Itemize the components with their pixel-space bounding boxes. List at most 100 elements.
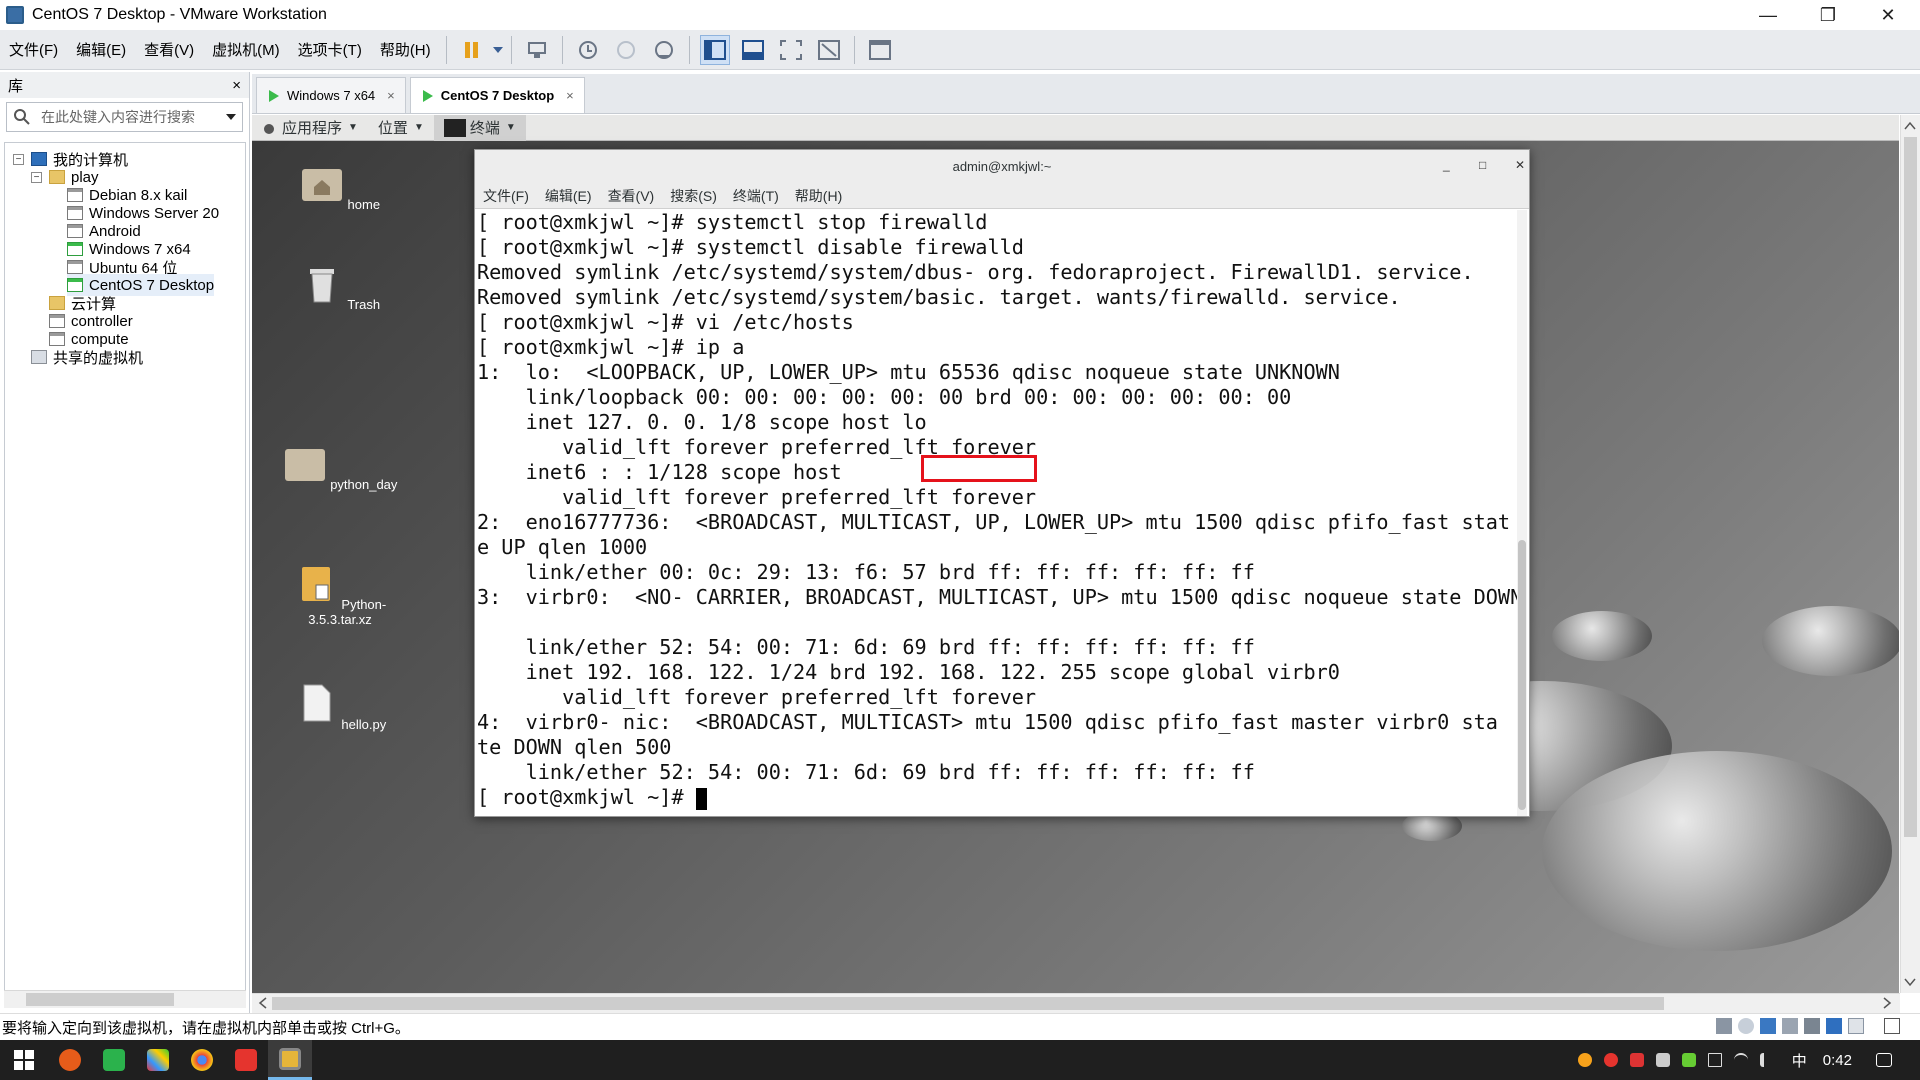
terminal-menu-edit[interactable]: 编辑(E) — [537, 186, 600, 206]
vm-running-icon — [422, 89, 433, 102]
scroll-up-icon[interactable] — [1901, 117, 1919, 135]
snapshot-icon[interactable] — [573, 35, 603, 65]
taskbar-browser-app[interactable] — [48, 1040, 92, 1080]
shared-computer-icon — [31, 350, 47, 364]
battery-icon[interactable] — [1707, 1053, 1722, 1067]
scroll-down-icon[interactable] — [1901, 973, 1919, 991]
menu-edit[interactable]: 编辑(E) — [67, 39, 135, 60]
terminal-maximize-button[interactable]: □ — [1479, 158, 1486, 172]
pause-icon[interactable] — [457, 35, 487, 65]
show-library-icon[interactable] — [699, 34, 730, 65]
tree-expander[interactable]: − — [31, 172, 42, 183]
tray-weibo-icon[interactable] — [1603, 1053, 1618, 1067]
printer-icon[interactable] — [1804, 1018, 1820, 1034]
menu-vm[interactable]: 虚拟机(M) — [203, 39, 289, 60]
terminal-line: link/ether 00: 0c: 29: 13: f6: 57 brd ff… — [477, 560, 1255, 584]
terminal-output[interactable]: [ root@xmkjwl ~]# systemctl stop firewal… — [475, 210, 1517, 816]
revert-snapshot-icon[interactable] — [611, 35, 641, 65]
tray-nvidia-icon[interactable] — [1681, 1053, 1696, 1067]
tab-windows7[interactable]: Windows 7 x64 × — [256, 77, 406, 113]
usb-icon[interactable] — [1782, 1018, 1798, 1034]
taskbar-weibo-app[interactable] — [224, 1040, 268, 1080]
scroll-thumb[interactable] — [26, 993, 174, 1006]
scroll-right-icon[interactable] — [1878, 994, 1896, 1012]
gnome-places-menu[interactable]: 位置 ▼ — [368, 117, 434, 138]
tree-label: play — [71, 168, 99, 186]
send-ctrl-alt-del-icon[interactable] — [522, 35, 552, 65]
foot-icon — [264, 123, 274, 134]
tab-close-icon[interactable]: × — [566, 88, 574, 103]
terminal-scrollbar[interactable] — [1517, 210, 1527, 816]
gnome-menu-label: 应用程序 — [282, 120, 343, 137]
scroll-thumb[interactable] — [272, 997, 1664, 1010]
close-window-button[interactable]: ✕ — [1858, 0, 1918, 30]
terminal-menu-search[interactable]: 搜索(S) — [662, 186, 725, 206]
library-hscrollbar[interactable] — [4, 990, 246, 1008]
restore-button[interactable]: ❐ — [1798, 0, 1858, 30]
power-dropdown-icon[interactable] — [491, 35, 505, 65]
tray-app-icon[interactable] — [1577, 1053, 1592, 1067]
ime-indicator[interactable]: 中 — [1792, 1050, 1807, 1071]
desktop-icon-trash[interactable]: Trash — [280, 263, 400, 312]
wifi-icon[interactable] — [1733, 1053, 1748, 1067]
snapshot-manager-icon[interactable] — [649, 35, 679, 65]
desktop-icon-hello-py[interactable]: hello.py — [280, 683, 400, 732]
tree-expander[interactable]: − — [13, 154, 24, 165]
volume-icon[interactable] — [1759, 1053, 1774, 1067]
start-button[interactable] — [0, 1040, 48, 1080]
search-dropdown-icon[interactable] — [226, 113, 236, 121]
unity-icon[interactable] — [814, 35, 844, 65]
notification-center-icon[interactable] — [1876, 1053, 1892, 1067]
scroll-thumb[interactable] — [1904, 137, 1917, 837]
terminal-line: link/loopback 00: 00: 00: 00: 00: 00 brd… — [477, 385, 1292, 409]
terminal-menu-view[interactable]: 查看(V) — [600, 186, 663, 206]
vm-display[interactable]: 应用程序 ▼ 位置 ▼ 终端 ▼ home Trash python_day Pyth… — [252, 115, 1899, 993]
thumbnail-bar-icon[interactable] — [738, 35, 768, 65]
display-icon[interactable] — [1848, 1018, 1864, 1034]
full-screen-icon[interactable] — [776, 35, 806, 65]
tray-screenshot-icon[interactable] — [1655, 1053, 1670, 1067]
scroll-left-icon[interactable] — [254, 994, 272, 1012]
system-tray: 中 0:42 — [1572, 1040, 1920, 1080]
clock[interactable]: 0:42 — [1823, 1052, 1852, 1069]
terminal-window[interactable]: admin@xmkjwl:~ _ □ ✕ 文件(F) 编辑(E) 查看(V) 搜… — [474, 149, 1530, 817]
terminal-minimize-button[interactable]: _ — [1443, 158, 1450, 172]
tree-item-shared-vms[interactable]: 共享的虚拟机 — [31, 346, 143, 368]
sound-card-icon[interactable] — [1826, 1018, 1842, 1034]
desktop-icon-python-day[interactable]: python_day — [280, 443, 400, 492]
network-adapter-icon[interactable] — [1760, 1018, 1776, 1034]
tab-centos7[interactable]: CentOS 7 Desktop × — [409, 77, 585, 113]
cd-rom-icon[interactable] — [1738, 1018, 1754, 1034]
toolbar-separator — [853, 35, 855, 64]
vm-vertical-scrollbar[interactable] — [1900, 115, 1920, 993]
message-log-icon[interactable] — [1884, 1018, 1900, 1034]
gnome-terminal-window-button[interactable]: 终端 ▼ — [433, 115, 526, 141]
console-view-icon[interactable] — [865, 35, 895, 65]
library-close-icon[interactable]: × — [232, 77, 241, 94]
gnome-applications-menu[interactable]: 应用程序 ▼ — [252, 117, 368, 138]
terminal-line: 4: virbr0- nic: <BROADCAST, MULTICAST> m… — [477, 710, 1498, 734]
menu-help[interactable]: 帮助(H) — [371, 39, 440, 60]
terminal-menu-file[interactable]: 文件(F) — [475, 186, 537, 206]
terminal-menu-help[interactable]: 帮助(H) — [787, 186, 850, 206]
tray-security-icon[interactable] — [1629, 1053, 1644, 1067]
desktop-icon-home[interactable]: home — [280, 163, 400, 212]
library-search-input[interactable]: 在此处键入内容进行搜索 — [6, 102, 243, 132]
taskbar-photo-app[interactable] — [136, 1040, 180, 1080]
terminal-menu-terminal[interactable]: 终端(T) — [725, 186, 787, 206]
menu-tabs[interactable]: 选项卡(T) — [289, 39, 371, 60]
menu-file[interactable]: 文件(F) — [0, 39, 67, 60]
hard-disk-icon[interactable] — [1716, 1018, 1732, 1034]
hbuilder-icon — [103, 1049, 125, 1071]
scroll-thumb[interactable] — [1518, 540, 1526, 810]
taskbar-vmware-app[interactable] — [268, 1040, 312, 1080]
taskbar-chrome-app[interactable] — [180, 1040, 224, 1080]
desktop-icon-python-archive[interactable]: Python-3.5.3.tar.xz — [280, 563, 400, 627]
menu-view[interactable]: 查看(V) — [135, 39, 203, 60]
minimize-button[interactable]: — — [1738, 0, 1798, 30]
tab-close-icon[interactable]: × — [387, 88, 395, 103]
vm-horizontal-scrollbar[interactable] — [252, 993, 1900, 1013]
terminal-close-button[interactable]: ✕ — [1515, 158, 1525, 172]
taskbar-hbuilder-app[interactable] — [92, 1040, 136, 1080]
